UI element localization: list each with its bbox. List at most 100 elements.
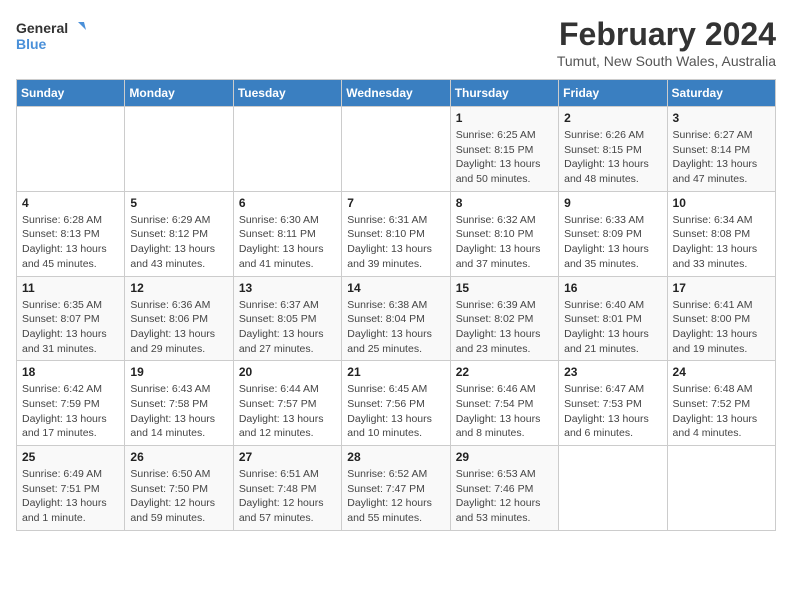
calendar-cell: 11 Sunrise: 6:35 AMSunset: 8:07 PMDayligh… xyxy=(17,276,125,361)
calendar-cell: 20 Sunrise: 6:44 AMSunset: 7:57 PMDayligh… xyxy=(233,361,341,446)
day-info: Sunrise: 6:47 AMSunset: 7:53 PMDaylight:… xyxy=(564,382,661,441)
calendar-cell: 10 Sunrise: 6:34 AMSunset: 8:08 PMDayligh… xyxy=(667,191,775,276)
weekday-header-wednesday: Wednesday xyxy=(342,80,450,107)
day-info: Sunrise: 6:41 AMSunset: 8:00 PMDaylight:… xyxy=(673,298,770,357)
calendar-cell: 17Sunrise: 6:41 AMSunset: 8:00 PMDayligh… xyxy=(667,276,775,361)
day-number: 18 xyxy=(22,365,119,379)
day-number: 5 xyxy=(130,196,227,210)
svg-text:General: General xyxy=(16,20,68,36)
calendar-cell: 23 Sunrise: 6:47 AMSunset: 7:53 PMDayligh… xyxy=(559,361,667,446)
day-info: Sunrise: 6:32 AMSunset: 8:10 PMDaylight:… xyxy=(456,213,553,272)
day-info: Sunrise: 6:31 AMSunset: 8:10 PMDaylight:… xyxy=(347,213,444,272)
calendar-cell: 22 Sunrise: 6:46 AMSunset: 7:54 PMDayligh… xyxy=(450,361,558,446)
day-info: Sunrise: 6:49 AMSunset: 7:51 PMDaylight:… xyxy=(22,467,119,526)
calendar-cell: 6 Sunrise: 6:30 AMSunset: 8:11 PMDaylight… xyxy=(233,191,341,276)
calendar-cell: 18 Sunrise: 6:42 AMSunset: 7:59 PMDayligh… xyxy=(17,361,125,446)
day-info: Sunrise: 6:40 AMSunset: 8:01 PMDaylight:… xyxy=(564,298,661,357)
calendar-cell: 5Sunrise: 6:29 AMSunset: 8:12 PMDaylight… xyxy=(125,191,233,276)
day-number: 3 xyxy=(673,111,770,125)
calendar-cell xyxy=(342,107,450,192)
calendar-week-3: 11 Sunrise: 6:35 AMSunset: 8:07 PMDayligh… xyxy=(17,276,776,361)
calendar-cell: 24Sunrise: 6:48 AMSunset: 7:52 PMDayligh… xyxy=(667,361,775,446)
day-number: 22 xyxy=(456,365,553,379)
day-info: Sunrise: 6:45 AMSunset: 7:56 PMDaylight:… xyxy=(347,382,444,441)
day-info: Sunrise: 6:30 AMSunset: 8:11 PMDaylight:… xyxy=(239,213,336,272)
day-number: 15 xyxy=(456,281,553,295)
day-info: Sunrise: 6:38 AMSunset: 8:04 PMDaylight:… xyxy=(347,298,444,357)
day-number: 7 xyxy=(347,196,444,210)
day-number: 29 xyxy=(456,450,553,464)
calendar-cell xyxy=(667,446,775,531)
calendar-cell xyxy=(559,446,667,531)
day-number: 28 xyxy=(347,450,444,464)
day-number: 23 xyxy=(564,365,661,379)
weekday-header-friday: Friday xyxy=(559,80,667,107)
day-number: 10 xyxy=(673,196,770,210)
day-info: Sunrise: 6:34 AMSunset: 8:08 PMDaylight:… xyxy=(673,213,770,272)
logo-svg: General Blue xyxy=(16,16,86,56)
calendar-cell: 26 Sunrise: 6:50 AMSunset: 7:50 PMDayligh… xyxy=(125,446,233,531)
calendar-week-1: 1 Sunrise: 6:25 AMSunset: 8:15 PMDaylight… xyxy=(17,107,776,192)
calendar-cell: 29 Sunrise: 6:53 AMSunset: 7:46 PMDayligh… xyxy=(450,446,558,531)
calendar-cell: 27Sunrise: 6:51 AMSunset: 7:48 PMDayligh… xyxy=(233,446,341,531)
day-info: Sunrise: 6:26 AMSunset: 8:15 PMDaylight:… xyxy=(564,128,661,187)
month-year: February 2024 xyxy=(557,16,776,53)
day-number: 24 xyxy=(673,365,770,379)
day-number: 21 xyxy=(347,365,444,379)
day-info: Sunrise: 6:52 AMSunset: 7:47 PMDaylight:… xyxy=(347,467,444,526)
calendar-cell: 8 Sunrise: 6:32 AMSunset: 8:10 PMDaylight… xyxy=(450,191,558,276)
day-number: 1 xyxy=(456,111,553,125)
logo: General Blue xyxy=(16,16,86,56)
calendar-week-4: 18 Sunrise: 6:42 AMSunset: 7:59 PMDayligh… xyxy=(17,361,776,446)
day-number: 8 xyxy=(456,196,553,210)
weekday-header-monday: Monday xyxy=(125,80,233,107)
calendar-cell: 3 Sunrise: 6:27 AMSunset: 8:14 PMDaylight… xyxy=(667,107,775,192)
calendar-cell: 13Sunrise: 6:37 AMSunset: 8:05 PMDayligh… xyxy=(233,276,341,361)
day-number: 4 xyxy=(22,196,119,210)
day-number: 19 xyxy=(130,365,227,379)
calendar-cell: 25Sunrise: 6:49 AMSunset: 7:51 PMDayligh… xyxy=(17,446,125,531)
day-info: Sunrise: 6:42 AMSunset: 7:59 PMDaylight:… xyxy=(22,382,119,441)
day-info: Sunrise: 6:39 AMSunset: 8:02 PMDaylight:… xyxy=(456,298,553,357)
day-info: Sunrise: 6:27 AMSunset: 8:14 PMDaylight:… xyxy=(673,128,770,187)
day-number: 14 xyxy=(347,281,444,295)
day-info: Sunrise: 6:35 AMSunset: 8:07 PMDaylight:… xyxy=(22,298,119,357)
calendar-cell: 19Sunrise: 6:43 AMSunset: 7:58 PMDayligh… xyxy=(125,361,233,446)
day-number: 16 xyxy=(564,281,661,295)
calendar-cell: 16 Sunrise: 6:40 AMSunset: 8:01 PMDayligh… xyxy=(559,276,667,361)
weekday-header-saturday: Saturday xyxy=(667,80,775,107)
calendar-week-2: 4 Sunrise: 6:28 AMSunset: 8:13 PMDaylight… xyxy=(17,191,776,276)
weekday-header-thursday: Thursday xyxy=(450,80,558,107)
calendar-cell: 4 Sunrise: 6:28 AMSunset: 8:13 PMDaylight… xyxy=(17,191,125,276)
weekday-header-sunday: Sunday xyxy=(17,80,125,107)
calendar-cell xyxy=(233,107,341,192)
day-info: Sunrise: 6:44 AMSunset: 7:57 PMDaylight:… xyxy=(239,382,336,441)
day-info: Sunrise: 6:37 AMSunset: 8:05 PMDaylight:… xyxy=(239,298,336,357)
day-info: Sunrise: 6:50 AMSunset: 7:50 PMDaylight:… xyxy=(130,467,227,526)
weekday-header-tuesday: Tuesday xyxy=(233,80,341,107)
svg-text:Blue: Blue xyxy=(16,36,47,52)
day-number: 6 xyxy=(239,196,336,210)
day-info: Sunrise: 6:51 AMSunset: 7:48 PMDaylight:… xyxy=(239,467,336,526)
day-number: 11 xyxy=(22,281,119,295)
day-number: 26 xyxy=(130,450,227,464)
calendar-cell: 15 Sunrise: 6:39 AMSunset: 8:02 PMDayligh… xyxy=(450,276,558,361)
day-number: 2 xyxy=(564,111,661,125)
calendar-table: SundayMondayTuesdayWednesdayThursdayFrid… xyxy=(16,79,776,531)
day-info: Sunrise: 6:36 AMSunset: 8:06 PMDaylight:… xyxy=(130,298,227,357)
calendar-cell: 9Sunrise: 6:33 AMSunset: 8:09 PMDaylight… xyxy=(559,191,667,276)
day-info: Sunrise: 6:28 AMSunset: 8:13 PMDaylight:… xyxy=(22,213,119,272)
calendar-week-5: 25Sunrise: 6:49 AMSunset: 7:51 PMDayligh… xyxy=(17,446,776,531)
weekday-header-row: SundayMondayTuesdayWednesdayThursdayFrid… xyxy=(17,80,776,107)
day-number: 12 xyxy=(130,281,227,295)
day-info: Sunrise: 6:46 AMSunset: 7:54 PMDaylight:… xyxy=(456,382,553,441)
day-info: Sunrise: 6:33 AMSunset: 8:09 PMDaylight:… xyxy=(564,213,661,272)
day-info: Sunrise: 6:25 AMSunset: 8:15 PMDaylight:… xyxy=(456,128,553,187)
calendar-cell xyxy=(125,107,233,192)
calendar-cell: 1 Sunrise: 6:25 AMSunset: 8:15 PMDaylight… xyxy=(450,107,558,192)
location: Tumut, New South Wales, Australia xyxy=(557,53,776,69)
title-block: February 2024 Tumut, New South Wales, Au… xyxy=(557,16,776,69)
day-number: 20 xyxy=(239,365,336,379)
calendar-cell: 28 Sunrise: 6:52 AMSunset: 7:47 PMDayligh… xyxy=(342,446,450,531)
day-info: Sunrise: 6:53 AMSunset: 7:46 PMDaylight:… xyxy=(456,467,553,526)
